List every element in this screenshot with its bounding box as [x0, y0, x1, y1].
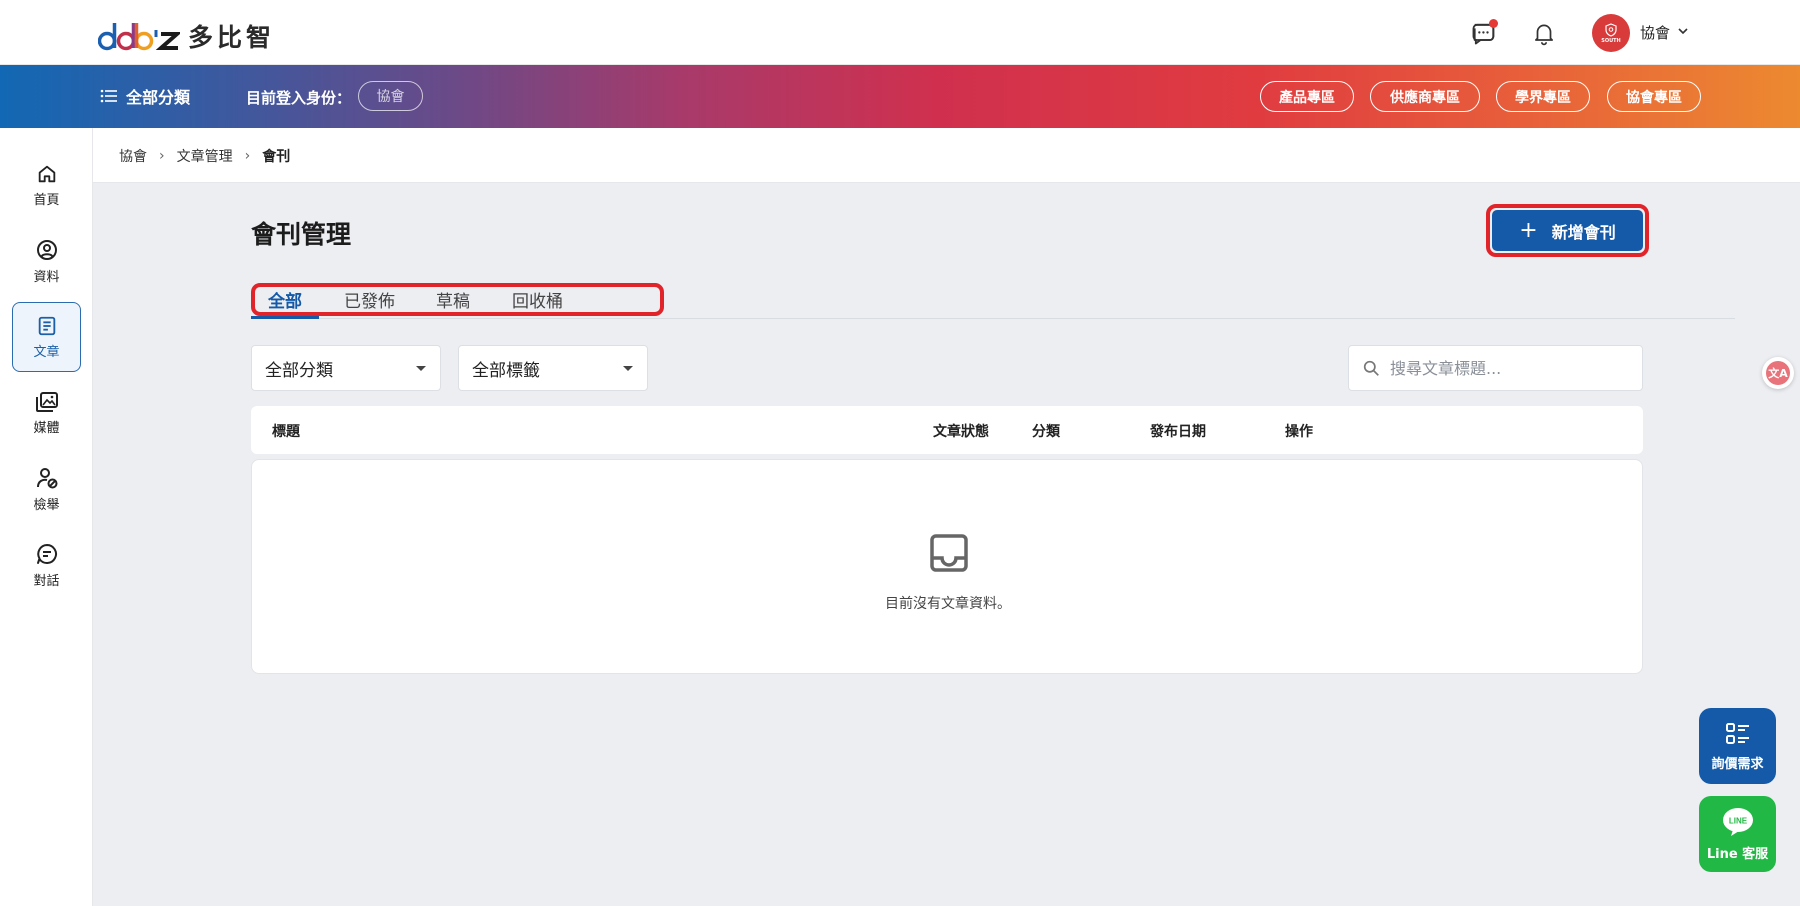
user-name[interactable]: 協會	[1640, 22, 1670, 43]
add-journal-button[interactable]: + 新增會刊	[1492, 210, 1643, 251]
column-category: 分類	[1032, 424, 1060, 440]
breadcrumb-bar: 協會 › 文章管理 › 會刊	[93, 128, 1800, 183]
column-title: 標題	[272, 424, 300, 440]
line-logo-icon: LINE	[1722, 807, 1753, 836]
sidebar-item-label: 文章	[33, 344, 60, 360]
media-icon	[35, 391, 58, 412]
sidebar-item-label: 媒體	[33, 420, 60, 436]
sidebar-item-label: 對話	[33, 573, 60, 589]
active-tab-indicator	[251, 316, 319, 319]
sidebar-item-reports[interactable]: 檢舉	[12, 454, 81, 524]
tab-trash[interactable]: 回收桶	[512, 287, 563, 312]
checklist-icon	[1725, 722, 1749, 744]
caret-down-icon	[416, 366, 426, 371]
add-journal-label: 新增會刊	[1551, 222, 1616, 242]
breadcrumb-item[interactable]: 文章管理	[177, 146, 233, 166]
line-support-button[interactable]: LINE Line 客服	[1699, 796, 1776, 872]
tab-all[interactable]: 全部	[268, 287, 302, 312]
chevron-right-icon: ›	[159, 148, 165, 164]
all-categories-label: 全部分類	[126, 88, 191, 107]
page-title: 會刊管理	[251, 220, 352, 249]
table-body: 目前沒有文章資料。	[251, 459, 1643, 674]
tag-select[interactable]: 全部標籤	[458, 345, 648, 391]
column-status: 文章狀態	[933, 424, 989, 440]
bell-icon	[1535, 24, 1553, 46]
inquiry-button[interactable]: 詢價需求	[1699, 708, 1776, 784]
avatar-label: SOUTH	[1601, 37, 1621, 44]
sidebar-item-label: 首頁	[33, 192, 60, 208]
translate-icon: 文A	[1766, 361, 1790, 385]
breadcrumb-item[interactable]: 協會	[119, 146, 147, 166]
table-header: 標題 文章狀態 分類 發布日期 操作	[251, 406, 1643, 454]
zone-association-button[interactable]: 協會專區	[1607, 81, 1701, 112]
chevron-right-icon: ›	[244, 148, 251, 164]
user-circle-icon	[36, 239, 57, 260]
chat-icon	[36, 543, 57, 564]
translate-button[interactable]: 文A	[1762, 357, 1794, 389]
tabs-divider	[251, 318, 1735, 319]
zone-products-button[interactable]: 產品專區	[1260, 81, 1354, 112]
sidebar-item-profile[interactable]: 資料	[12, 226, 81, 296]
identity-label: 目前登入身份：	[246, 89, 352, 107]
brand-name: 多比智	[188, 23, 276, 52]
tag-select-value: 全部標籤	[472, 360, 540, 381]
column-actions: 操作	[1285, 424, 1313, 440]
chevron-down-icon[interactable]	[1677, 25, 1689, 37]
shield-icon	[1605, 22, 1617, 37]
breadcrumb-current: 會刊	[262, 149, 291, 165]
main-content: 會刊管理 + 新增會刊 全部 已發佈 草稿 回收桶 全部分類 全部標籤 標題 文…	[93, 183, 1800, 906]
inquiry-label: 詢價需求	[1711, 756, 1764, 772]
unread-dot	[1489, 19, 1498, 28]
breadcrumb: 協會 › 文章管理 › 會刊	[119, 146, 290, 166]
tab-draft[interactable]: 草稿	[436, 287, 470, 312]
search-input[interactable]	[1390, 358, 1630, 378]
empty-state-text: 目前沒有文章資料。	[885, 596, 1011, 612]
category-select-value: 全部分類	[265, 360, 333, 381]
home-icon	[38, 165, 55, 182]
sidebar-item-media[interactable]: 媒體	[12, 378, 81, 448]
identity-role-badge: 協會	[358, 81, 423, 111]
plus-icon: +	[1519, 218, 1538, 243]
report-user-icon	[36, 467, 57, 488]
all-categories-menu[interactable]: 全部分類	[100, 84, 190, 108]
line-logo-text: LINE	[1728, 816, 1747, 825]
brand-logo[interactable]: 多比智	[98, 18, 275, 54]
search-box[interactable]	[1348, 345, 1643, 391]
zone-suppliers-button[interactable]: 供應商專區	[1370, 81, 1480, 112]
dobiz-logo-icon	[98, 23, 180, 51]
article-icon	[38, 316, 55, 335]
notifications-button[interactable]	[1529, 18, 1559, 48]
sidebar-item-label: 資料	[33, 269, 60, 285]
search-icon	[1363, 360, 1379, 376]
sidebar-item-home[interactable]: 首頁	[12, 150, 81, 220]
category-select[interactable]: 全部分類	[251, 345, 441, 391]
category-navbar: 全部分類 目前登入身份： 協會 產品專區 供應商專區 學界專區 協會專區	[0, 65, 1800, 128]
messages-button[interactable]	[1469, 18, 1499, 48]
sidebar-item-articles[interactable]: 文章	[12, 302, 81, 372]
line-support-label: Line 客服	[1706, 846, 1769, 862]
avatar[interactable]: SOUTH	[1592, 14, 1630, 52]
tab-published[interactable]: 已發佈	[344, 287, 395, 312]
caret-down-icon	[623, 366, 633, 371]
column-publish-date: 發布日期	[1150, 424, 1206, 440]
sidebar-item-label: 檢舉	[33, 497, 60, 513]
sidebar-item-chat[interactable]: 對話	[12, 530, 81, 600]
list-menu-icon	[100, 89, 117, 103]
zone-academia-button[interactable]: 學界專區	[1496, 81, 1590, 112]
inbox-empty-icon	[930, 534, 968, 572]
sidebar: 首頁 資料 文章 媒體 檢舉 對話	[0, 128, 93, 906]
add-button-highlight: + 新增會刊	[1486, 204, 1649, 257]
top-header: 多比智 SOUTH 協會	[0, 0, 1800, 65]
